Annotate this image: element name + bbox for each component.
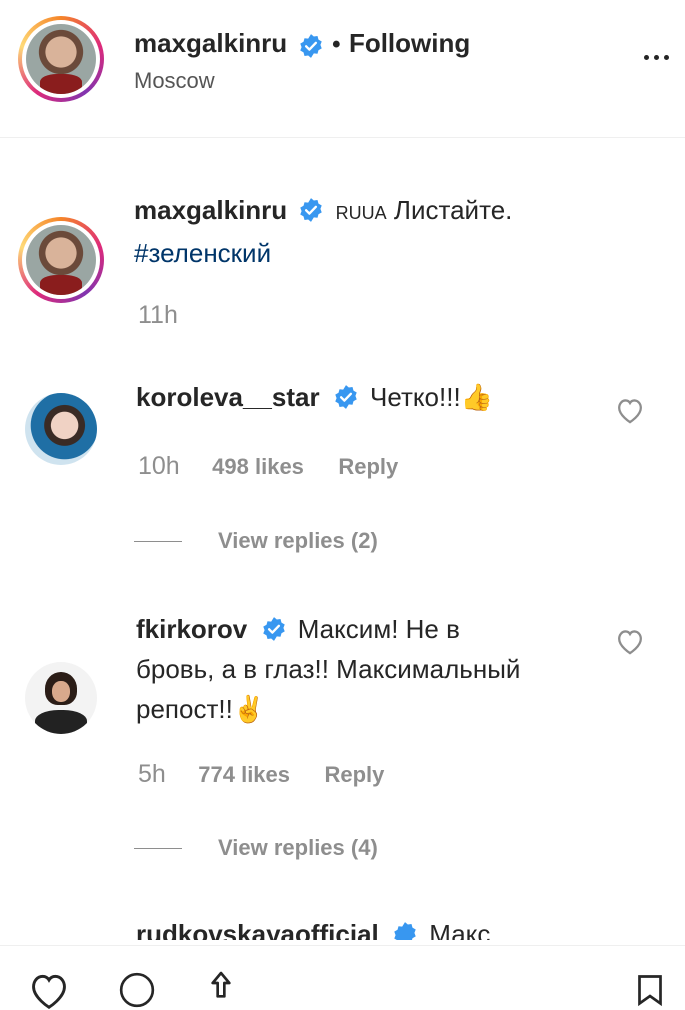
comment-text-line1: Максим! Не в xyxy=(297,614,460,644)
comment-likes[interactable]: 498 likes xyxy=(212,454,304,479)
verified-badge-icon xyxy=(299,33,322,58)
comment-username[interactable]: koroleva__star xyxy=(136,382,320,412)
commenter-avatar[interactable] xyxy=(25,662,97,734)
avatar xyxy=(26,225,96,295)
reply-button[interactable]: Reply xyxy=(338,454,398,479)
comment-partial: rudkovskayaofficial Макс xyxy=(136,916,606,940)
comment-likes[interactable]: 774 likes xyxy=(198,762,290,787)
caption-time[interactable]: 11h xyxy=(138,301,178,330)
like-heart-icon[interactable] xyxy=(614,396,646,424)
more-options-icon[interactable] xyxy=(644,55,669,60)
post-header: maxgalkinru • Following Moscow xyxy=(0,0,685,138)
caption-prefix: RUUA xyxy=(335,203,387,223)
hashtag-link[interactable]: #зеленский xyxy=(134,238,271,268)
comment-text: Четко!!!👍 xyxy=(370,382,494,412)
verified-badge-icon xyxy=(262,617,285,642)
divider xyxy=(134,848,182,849)
like-heart-icon[interactable] xyxy=(22,970,76,1010)
save-bookmark-icon[interactable] xyxy=(632,970,668,1010)
action-bar xyxy=(0,945,685,1009)
comment-icon[interactable] xyxy=(110,970,164,1010)
comment-time[interactable]: 10h xyxy=(138,452,180,480)
story-ring[interactable] xyxy=(18,16,104,102)
location-link[interactable]: Moscow xyxy=(134,68,215,94)
commenter-avatar[interactable] xyxy=(25,393,97,465)
verified-badge-icon xyxy=(335,385,357,410)
comment-text: Макс xyxy=(429,919,491,940)
header-username[interactable]: maxgalkinru xyxy=(134,28,287,58)
view-replies-button[interactable]: View replies (2) xyxy=(218,528,378,554)
view-replies-button[interactable]: View replies (4) xyxy=(218,835,378,861)
follow-status-button[interactable]: Following xyxy=(349,28,470,58)
comment-username[interactable]: fkirkorov xyxy=(136,614,247,644)
comment-username[interactable]: rudkovskayaofficial xyxy=(136,919,379,940)
like-heart-icon[interactable] xyxy=(614,627,646,655)
avatar xyxy=(26,24,96,94)
header-separator: • xyxy=(332,31,341,58)
comment-text-line2: бровь, а в глаз!! Максимальный xyxy=(136,654,521,684)
divider xyxy=(134,541,182,542)
caption-text: Листайте. xyxy=(393,195,513,225)
comment-text-line3: репост!!✌️ xyxy=(136,694,266,724)
comment-time[interactable]: 5h xyxy=(138,760,166,788)
verified-badge-icon xyxy=(300,198,323,223)
caption-username[interactable]: maxgalkinru xyxy=(134,195,287,225)
verified-badge-icon xyxy=(394,922,416,940)
story-ring[interactable] xyxy=(18,217,104,303)
share-icon[interactable] xyxy=(200,968,242,1008)
reply-button[interactable]: Reply xyxy=(324,762,384,787)
